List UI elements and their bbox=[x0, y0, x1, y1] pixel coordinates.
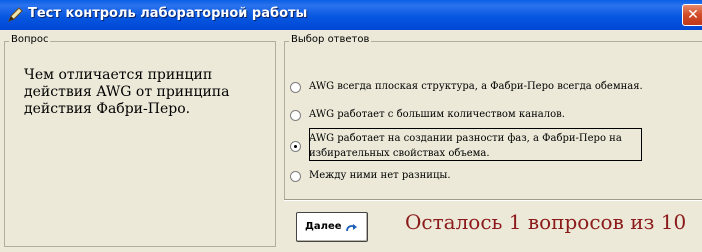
panel-divider-highlight bbox=[284, 200, 702, 201]
progress-status: Осталось 1 вопросов из 10 bbox=[405, 210, 687, 234]
close-icon: ✕ bbox=[687, 7, 699, 23]
answer-option-4[interactable]: Между ними нет разницы. bbox=[290, 169, 490, 185]
pen-icon bbox=[8, 7, 23, 22]
next-button-label: Далее bbox=[305, 221, 342, 232]
next-button[interactable]: Далее bbox=[296, 212, 368, 242]
answer-radio-3[interactable] bbox=[290, 141, 301, 152]
answers-legend: Выбор ответов bbox=[289, 34, 372, 45]
answer-radio-4[interactable] bbox=[290, 171, 301, 182]
question-legend: Вопрос bbox=[9, 34, 51, 45]
answer-option-3[interactable]: AWG работает на создании разности фаз, а… bbox=[290, 132, 640, 160]
redo-arrow-icon bbox=[346, 224, 357, 232]
answer-option-1[interactable]: AWG всегда плоская структура, а Фабри-Пе… bbox=[290, 80, 670, 96]
question-text: Чем отличается принцип действия AWG от п… bbox=[24, 67, 230, 117]
answer-radio-2[interactable] bbox=[290, 110, 301, 121]
title-bar: Тест контроль лабораторной работы ✕ bbox=[0, 0, 702, 30]
answer-label-1: AWG всегда плоская структура, а Фабри-Пе… bbox=[309, 81, 643, 92]
answer-label-4: Между ними нет разницы. bbox=[309, 170, 451, 181]
answer-option-2[interactable]: AWG работает с большим количеством канал… bbox=[290, 108, 590, 124]
answer-radio-1[interactable] bbox=[290, 82, 301, 93]
answer-label-3-line1: AWG работает на создании разности фаз, а… bbox=[309, 133, 622, 144]
answer-label-2: AWG работает с большим количеством канал… bbox=[309, 109, 565, 120]
answer-label-3-line2: избирательных свойствах объема. bbox=[309, 148, 490, 159]
close-button[interactable]: ✕ bbox=[682, 4, 702, 26]
window-title: Тест контроль лабораторной работы bbox=[28, 6, 308, 21]
